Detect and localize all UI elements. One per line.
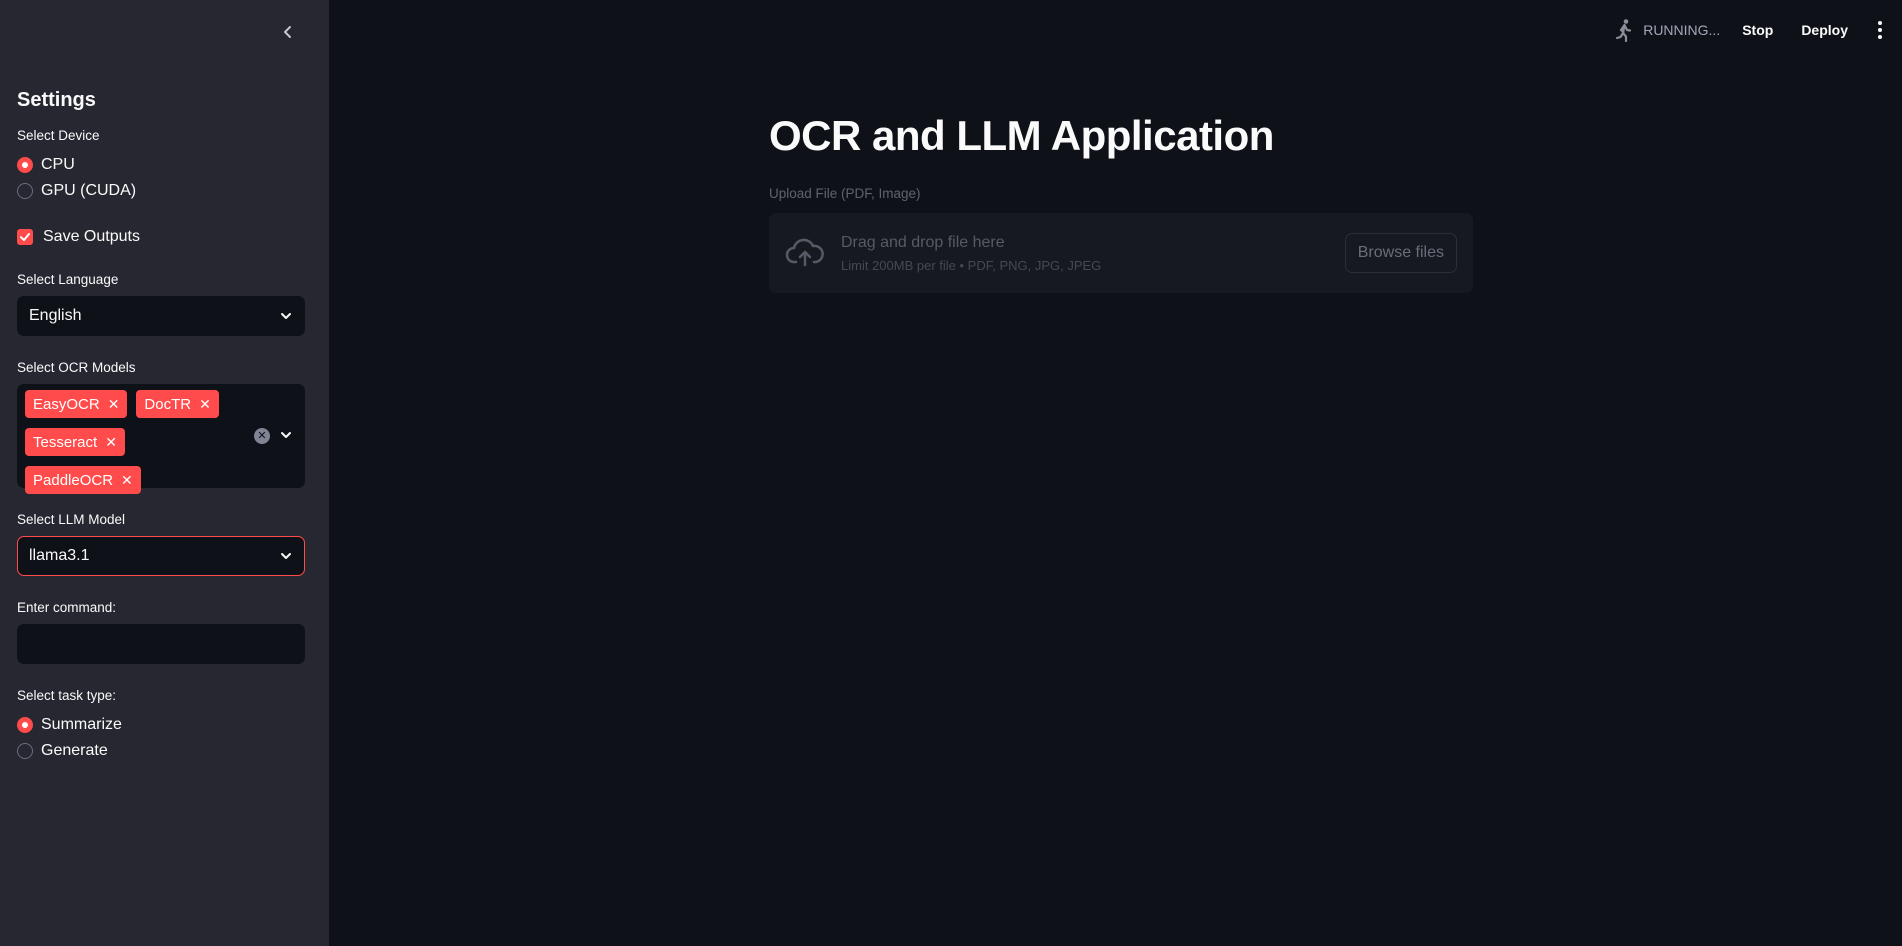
task-option-label: Generate (41, 742, 108, 759)
language-select[interactable]: English (17, 296, 305, 336)
device-label: Select Device (17, 128, 100, 143)
browse-files-button[interactable]: Browse files (1344, 233, 1457, 273)
command-label: Enter command: (17, 600, 117, 615)
radio-selected-icon (17, 717, 33, 733)
ocr-tag-label: EasyOCR (33, 395, 100, 413)
ocr-tag-label: PaddleOCR (33, 471, 114, 489)
app-root: Settings Select Device CPU GPU (CUDA) Sa… (0, 0, 1902, 946)
ocr-tag[interactable]: PaddleOCR ✕ (25, 466, 141, 494)
remove-tag-icon[interactable]: ✕ (199, 396, 211, 413)
ocr-tag[interactable]: DocTR ✕ (136, 390, 219, 418)
running-status: RUNNING... (1614, 18, 1720, 42)
chevron-down-icon (281, 553, 291, 559)
main-menu-icon[interactable] (1876, 21, 1884, 39)
ocr-models-multiselect[interactable]: EasyOCR ✕ DocTR ✕ Tesseract ✕ PaddleOCR … (17, 384, 305, 494)
device-option-label: CPU (41, 156, 75, 173)
language-label: Select Language (17, 272, 119, 287)
ocr-tag[interactable]: Tesseract ✕ (25, 428, 125, 456)
chevron-left-icon (284, 26, 291, 38)
task-type-label: Select task type: (17, 688, 117, 703)
device-option-cpu[interactable]: CPU (17, 152, 305, 178)
cloud-upload-icon (785, 238, 824, 267)
chevron-down-icon (281, 313, 291, 319)
radio-unselected-icon (17, 743, 33, 759)
save-outputs-checkbox[interactable]: Save Outputs (17, 224, 305, 250)
ocr-tags: EasyOCR ✕ DocTR ✕ Tesseract ✕ PaddleOCR … (25, 390, 247, 504)
stop-button[interactable]: Stop (1742, 22, 1773, 38)
ocr-tag-label: Tesseract (33, 433, 98, 451)
sidebar-content: Settings Select Device CPU GPU (CUDA) Sa… (17, 86, 305, 764)
llm-model-select[interactable]: llama3.1 (17, 536, 305, 576)
ocr-models-label: Select OCR Models (17, 360, 136, 375)
ocr-tag-label: DocTR (144, 395, 192, 413)
language-value: English (29, 307, 82, 324)
device-option-gpu[interactable]: GPU (CUDA) (17, 178, 305, 204)
radio-unselected-icon (17, 183, 33, 199)
dropzone-limit: Limit 200MB per file • PDF, PNG, JPG, JP… (841, 257, 1102, 273)
running-man-icon (1616, 19, 1632, 42)
command-input[interactable] (17, 624, 305, 664)
device-option-label: GPU (CUDA) (41, 182, 137, 199)
remove-tag-icon[interactable]: ✕ (121, 472, 133, 489)
remove-tag-icon[interactable]: ✕ (105, 434, 117, 451)
task-option-generate[interactable]: Generate (17, 738, 305, 764)
dropzone-instruction: Drag and drop file here (841, 233, 1005, 251)
main-content: OCR and LLM Application Upload File (PDF… (769, 108, 1473, 293)
llm-model-value: llama3.1 (29, 547, 90, 564)
running-status-text: RUNNING... (1643, 22, 1721, 38)
deploy-button[interactable]: Deploy (1801, 22, 1848, 38)
remove-tag-icon[interactable]: ✕ (108, 396, 120, 413)
command-wrapper (17, 624, 305, 664)
save-outputs-label: Save Outputs (43, 228, 140, 245)
clear-all-icon[interactable]: ✕ (254, 428, 270, 444)
dropzone-text: Drag and drop file here Limit 200MB per … (841, 231, 1101, 276)
task-option-label: Summarize (41, 716, 122, 733)
file-dropzone[interactable]: Drag and drop file here Limit 200MB per … (769, 213, 1473, 293)
llm-model-label: Select LLM Model (17, 512, 126, 527)
ocr-tag[interactable]: EasyOCR ✕ (25, 390, 128, 418)
checkbox-checked-icon (17, 229, 33, 245)
upload-label: Upload File (PDF, Image) (769, 186, 921, 201)
header-toolbar: RUNNING... Stop Deploy (1614, 17, 1884, 43)
task-option-summarize[interactable]: Summarize (17, 712, 305, 738)
collapse-sidebar-button[interactable] (276, 20, 300, 44)
radio-selected-icon (17, 157, 33, 173)
sidebar: Settings Select Device CPU GPU (CUDA) Sa… (0, 0, 329, 946)
chevron-down-icon[interactable] (279, 428, 293, 442)
page-title: OCR and LLM Application (769, 112, 1274, 159)
sidebar-title: Settings (17, 89, 96, 111)
